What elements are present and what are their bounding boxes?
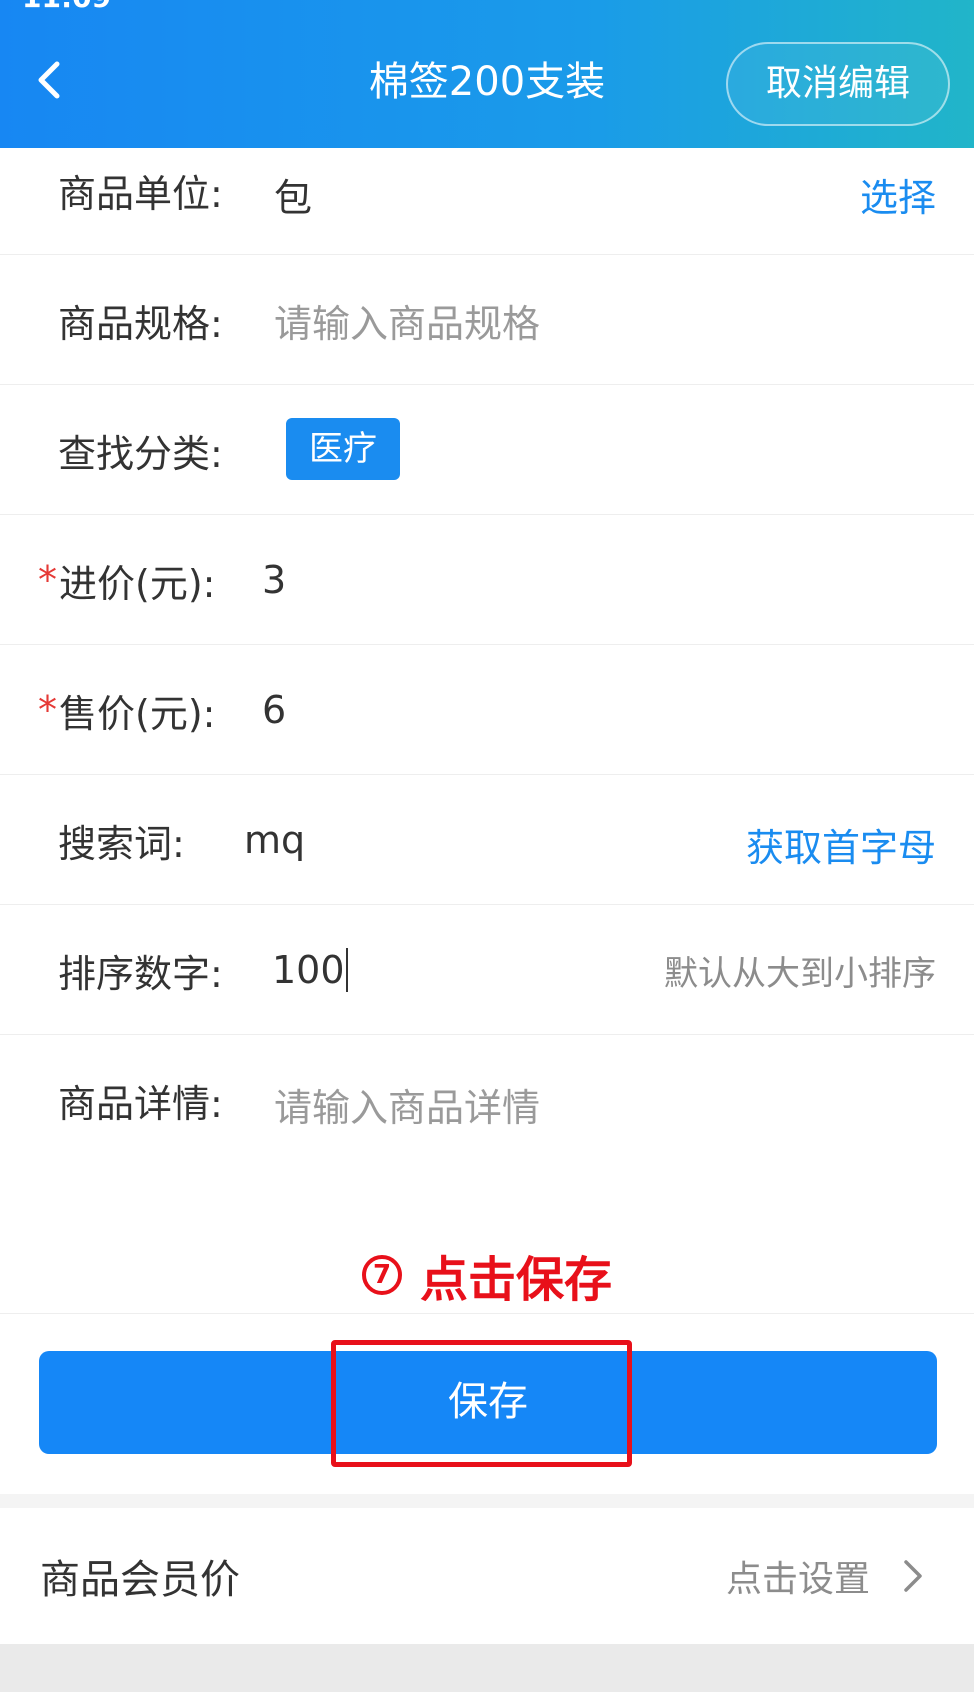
sort-number-label: 排序数字: (58, 951, 223, 996)
sale-price-row: * 售价(元): 6 (0, 645, 974, 775)
search-term-row: 搜索词: mq 获取首字母 (0, 775, 974, 905)
save-button[interactable]: 保存 (39, 1351, 937, 1454)
category-row: 查找分类: 医疗 (0, 385, 974, 515)
purchase-price-label-text: 进价(元): (59, 561, 216, 606)
sort-number-value: 100 (272, 948, 345, 992)
unit-row: 商品单位: 包 选择 (0, 126, 974, 255)
section-gap (0, 1494, 974, 1508)
unit-value: 包 (274, 176, 313, 220)
category-label: 查找分类: (58, 431, 223, 476)
required-mark: * (38, 558, 57, 602)
category-tag[interactable]: 医疗 (286, 418, 400, 480)
sale-price-label: * 售价(元): (38, 645, 216, 775)
text-cursor (345, 948, 348, 992)
member-price-row[interactable]: 商品会员价 点击设置 (0, 1508, 974, 1644)
unit-label: 商品单位: (58, 172, 223, 216)
cancel-edit-button[interactable]: 取消编辑 (726, 42, 950, 126)
edit-product-page: 11:09 棉签200支装 取消编辑 商品单位: 包 选择 商品规格: 请输入商… (0, 0, 974, 1692)
sort-order-hint: 默认从大到小排序 (664, 953, 936, 994)
status-bar-time: 11:09 (22, 0, 111, 8)
required-mark: * (38, 688, 57, 732)
step-number-badge: 7 (361, 1255, 402, 1295)
purchase-price-row: * 进价(元): 3 (0, 515, 974, 645)
member-price-label: 商品会员价 (40, 1557, 240, 1603)
select-unit-link[interactable]: 选择 (860, 130, 936, 259)
sale-price-label-text: 售价(元): (59, 691, 216, 736)
sort-number-input[interactable]: 100 (272, 905, 348, 1035)
step-annotation-text: 点击保存 (419, 1252, 612, 1308)
search-term-input[interactable]: mq (244, 775, 305, 905)
search-term-label: 搜索词: (58, 821, 185, 866)
sale-price-input[interactable]: 6 (262, 645, 936, 775)
get-initials-link[interactable]: 获取首字母 (746, 779, 936, 909)
spec-label: 商品规格: (58, 301, 223, 346)
bottom-background (0, 1644, 974, 1692)
details-row: 商品详情: 请输入商品详情 (0, 1035, 974, 1165)
member-price-hint: 点击设置 (725, 1559, 870, 1600)
details-input[interactable]: 请输入商品详情 (274, 1039, 936, 1169)
purchase-price-label: * 进价(元): (38, 515, 216, 645)
chevron-right-icon (904, 1560, 922, 1592)
spec-row: 商品规格: 请输入商品规格 (0, 255, 974, 385)
purchase-price-input[interactable]: 3 (262, 515, 936, 645)
details-label: 商品详情: (58, 1081, 223, 1126)
step-annotation: 7 点击保存 (0, 1240, 974, 1310)
divider (0, 1313, 974, 1314)
spec-input[interactable]: 请输入商品规格 (274, 255, 936, 385)
sort-number-row: 排序数字: 100 默认从大到小排序 (0, 905, 974, 1035)
